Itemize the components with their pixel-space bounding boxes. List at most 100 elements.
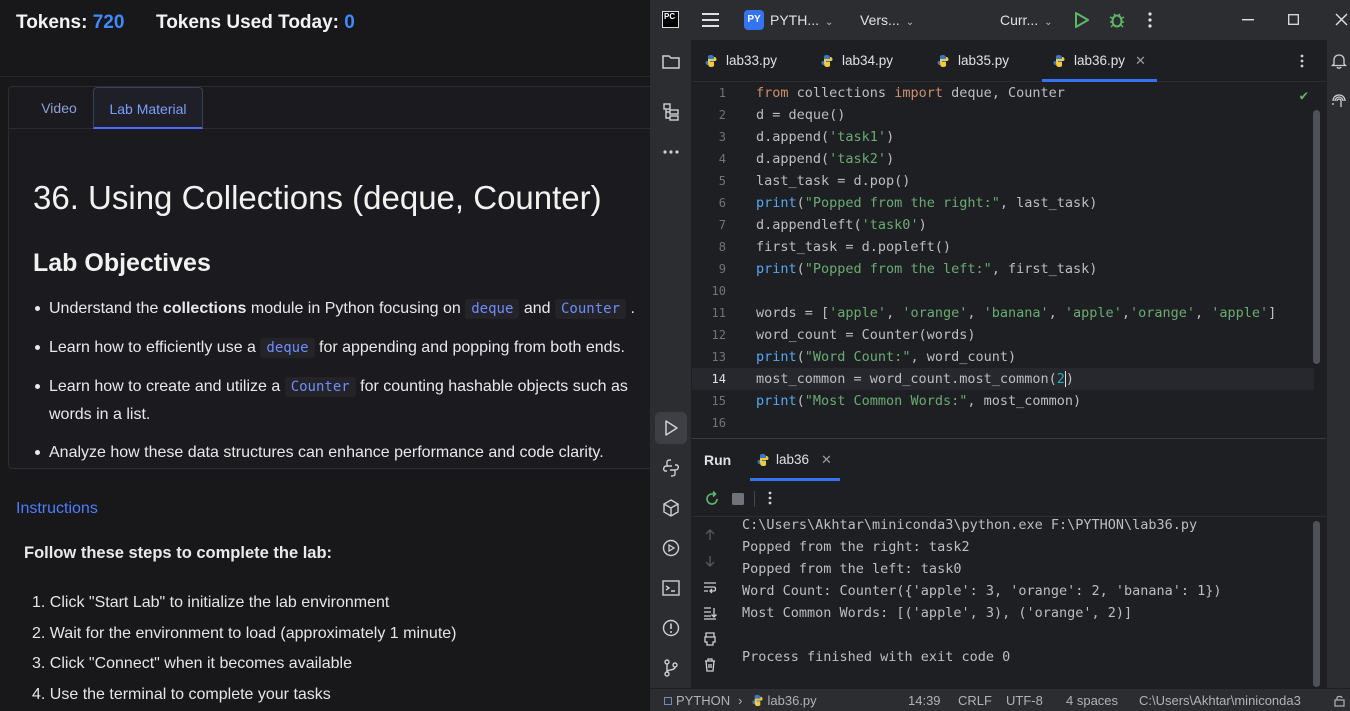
code-token: from <box>756 85 789 101</box>
problems-icon[interactable] <box>661 618 681 638</box>
line-separator[interactable]: CRLF <box>958 689 992 711</box>
close-icon[interactable] <box>1335 13 1348 26</box>
list-item: 1. Click "Start Lab" to initialize the l… <box>32 594 390 611</box>
console-line: C:\Users\Akhtar\miniconda3\python.exe F:… <box>742 517 1198 533</box>
minimize-icon[interactable] <box>1242 19 1254 21</box>
vcs-label: Vers... <box>860 12 900 28</box>
services-icon[interactable] <box>661 538 681 558</box>
steps-list: 1. Click "Start Lab" to initialize the l… <box>32 588 457 710</box>
tab-video[interactable]: Video <box>27 87 91 129</box>
project-name: PYTH... <box>770 12 820 28</box>
console-output[interactable]: C:\Users\Akhtar\miniconda3\python.exe F:… <box>692 517 1326 689</box>
tab-label: lab36.py <box>1074 53 1126 68</box>
tab-lab36[interactable]: lab36.py ✕ <box>1052 40 1146 82</box>
line-number: 1 <box>718 86 726 100</box>
code-token: , <box>886 305 903 321</box>
rerun-icon[interactable] <box>704 491 720 507</box>
python-packages-icon[interactable] <box>661 498 681 518</box>
code-line: 2 d = deque() <box>692 104 1314 126</box>
tokens-used-value: 0 <box>344 12 355 33</box>
structure-icon[interactable] <box>661 102 681 122</box>
code-token: , first_task) <box>991 261 1098 277</box>
code-token: "Word Count:" <box>804 349 911 365</box>
line-number: 12 <box>711 328 726 342</box>
tab-lab34[interactable]: lab34.py <box>820 40 893 82</box>
run-toolbar <box>692 481 1326 517</box>
code-token: ] <box>1268 305 1277 321</box>
soft-wrap-icon[interactable] <box>702 579 718 595</box>
run-icon[interactable] <box>1075 12 1089 28</box>
more-options-icon[interactable] <box>1148 12 1152 28</box>
list-item: 3. Click "Connect" when it becomes avail… <box>32 655 352 672</box>
caret-position[interactable]: 14:39 <box>908 689 941 711</box>
notifications-icon[interactable] <box>1330 52 1348 70</box>
console-line: Popped from the right: task2 <box>742 539 970 555</box>
interpreter-selector[interactable]: C:\Users\Akhtar\miniconda3 <box>1139 689 1301 711</box>
stop-icon[interactable] <box>732 493 744 505</box>
instructions-link[interactable]: Instructions <box>16 500 98 518</box>
console-scrollbar[interactable] <box>1313 521 1320 687</box>
objective-text: and <box>519 300 555 317</box>
print-icon[interactable] <box>702 631 718 647</box>
title-bar: PC PY PYTH... ⌄ Vers... ⌄ Curr... ⌄ <box>650 0 1350 40</box>
close-tab-icon[interactable]: ✕ <box>1135 53 1146 68</box>
terminal-icon[interactable] <box>661 578 681 598</box>
code-token: ( <box>796 349 805 365</box>
code-token: "Popped from the right:" <box>804 195 1000 211</box>
maximize-icon[interactable] <box>1288 14 1299 25</box>
code-token: ) <box>886 151 895 167</box>
more-options-icon[interactable] <box>768 491 772 505</box>
code-line: 15 print("Most Common Words:", most_commo… <box>692 390 1314 412</box>
code-token: ( <box>796 393 805 409</box>
code-chip: Counter <box>555 299 627 319</box>
lock-icon[interactable] <box>1334 695 1345 707</box>
list-item: Learn how to create and utilize a Counte… <box>33 373 650 428</box>
editor-scrollbar[interactable] <box>1313 110 1320 364</box>
code-token: import <box>894 85 943 101</box>
code-line: 6 print("Popped from the right:", last_ta… <box>692 192 1314 214</box>
project-selector[interactable]: PYTH... ⌄ <box>770 0 833 40</box>
code-token: , most_common) <box>967 393 1082 409</box>
code-token: 'task0' <box>861 217 919 233</box>
python-file-icon <box>937 55 949 67</box>
tab-lab33[interactable]: lab33.py <box>704 40 777 82</box>
tab-label: lab35.py <box>958 53 1010 68</box>
vcs-selector[interactable]: Vers... ⌄ <box>860 0 914 40</box>
scroll-down-icon[interactable] <box>702 553 718 569</box>
code-token: print <box>756 261 797 277</box>
inspection-ok-icon[interactable]: ✔ <box>1300 88 1308 104</box>
code-line: 8 first_task = d.popleft() <box>692 236 1314 258</box>
code-line: 12 word_count = Counter(words) <box>692 324 1314 346</box>
objective-text: Learn how to create and utilize a <box>49 378 285 395</box>
code-chip: Counter <box>284 377 356 397</box>
code-line: 10 <box>692 280 1314 302</box>
run-tab-lab36[interactable]: lab36 ✕ <box>756 439 832 481</box>
objective-text: . <box>626 300 635 317</box>
ai-assistant-icon[interactable] <box>1330 92 1348 110</box>
git-icon[interactable] <box>661 658 681 678</box>
debug-icon[interactable] <box>1108 11 1126 29</box>
trash-icon[interactable] <box>702 657 718 673</box>
scroll-up-icon[interactable] <box>702 527 718 543</box>
more-tools-icon[interactable] <box>661 142 681 162</box>
code-editor[interactable]: 1 from collections import deque, Counter … <box>692 82 1326 438</box>
close-tab-icon[interactable]: ✕ <box>821 452 832 467</box>
scroll-to-end-icon[interactable] <box>702 605 718 621</box>
indent-setting[interactable]: 4 spaces <box>1066 689 1118 711</box>
run-config-selector[interactable]: Curr... ⌄ <box>1000 0 1053 40</box>
file-encoding[interactable]: UTF-8 <box>1006 689 1043 711</box>
run-tool-icon[interactable] <box>661 418 681 438</box>
tab-options-icon[interactable] <box>1300 54 1304 68</box>
code-line: 11 words = ['apple', 'orange', 'banana', … <box>692 302 1314 324</box>
token-bar: Tokens: 720 Tokens Used Today: 0 <box>0 0 650 77</box>
tab-lab-material[interactable]: Lab Material <box>93 87 203 129</box>
breadcrumb[interactable]: PYTHON › lab36.py <box>664 689 817 711</box>
code-line: 5 last_task = d.pop() <box>692 170 1314 192</box>
folder-icon[interactable] <box>661 52 681 72</box>
python-file-icon <box>1053 55 1065 67</box>
main-menu-icon[interactable] <box>702 12 719 28</box>
chevron-down-icon: ⌄ <box>825 17 834 28</box>
python-console-icon[interactable] <box>661 458 681 478</box>
tab-lab35[interactable]: lab35.py <box>936 40 1009 82</box>
code-token: print <box>756 393 797 409</box>
